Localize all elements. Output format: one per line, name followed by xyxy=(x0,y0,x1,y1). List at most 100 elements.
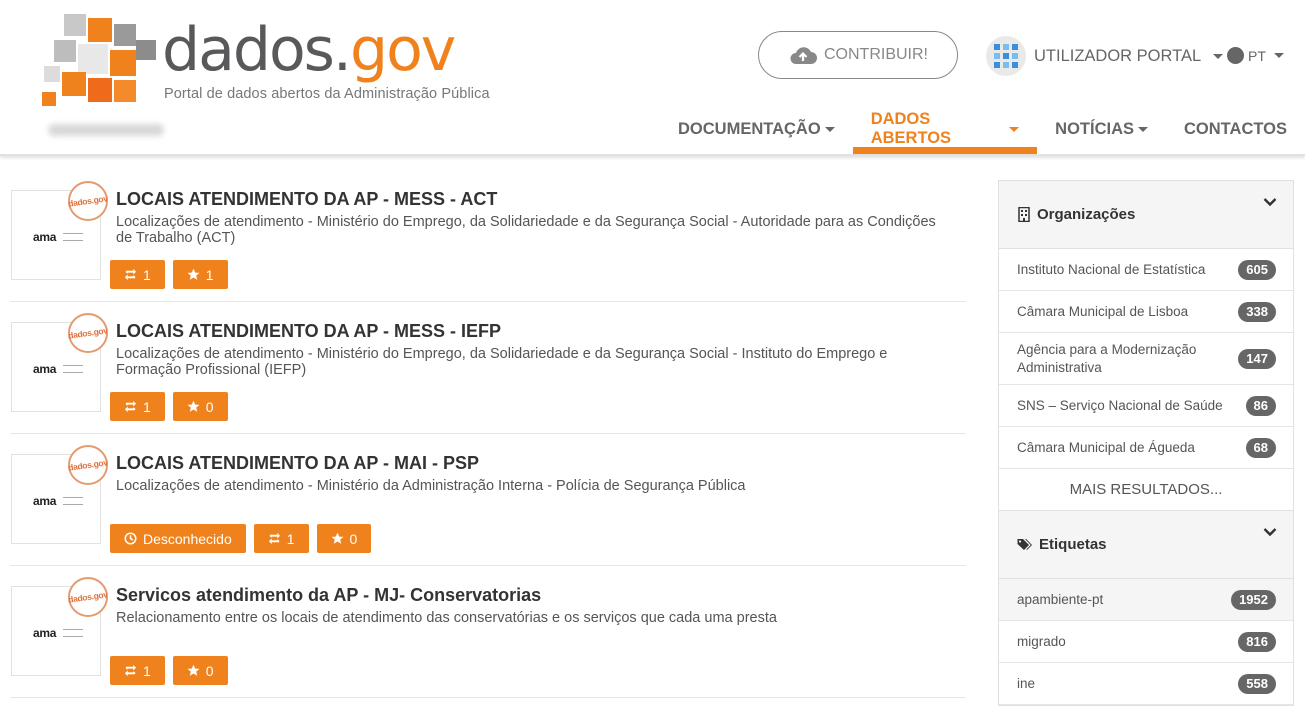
site-logo[interactable]: dados.gov Portal de dados abertos da Adm… xyxy=(40,6,510,116)
facet-label: Câmara Municipal de Lisboa xyxy=(1017,304,1189,319)
certified-stamp-icon: dados.gov xyxy=(68,181,108,221)
count-badge: 68 xyxy=(1245,437,1276,458)
star-icon xyxy=(187,268,200,280)
reuses-count: 1 xyxy=(143,266,151,283)
dataset-title[interactable]: Servicos atendimento da AP - MJ- Conserv… xyxy=(116,585,541,606)
tags-header[interactable]: Etiquetas xyxy=(999,511,1293,579)
dataset-title[interactable]: LOCAIS ATENDIMENTO DA AP - MAI - PSP xyxy=(116,453,479,474)
stamp-text: dados.gov xyxy=(67,193,109,209)
dataset-description: Relacionamento entre os locais de atendi… xyxy=(116,610,777,626)
stamp-text: dados.gov xyxy=(67,325,109,341)
nav-contactos[interactable]: CONTACTOS xyxy=(1166,104,1305,154)
frequency-badge[interactable]: Desconhecido xyxy=(110,524,246,553)
contribute-button[interactable]: CONTRIBUIR! xyxy=(758,31,958,79)
organizations-header[interactable]: Organizações xyxy=(999,181,1293,249)
nav-label: CONTACTOS xyxy=(1184,119,1287,138)
stars-badge[interactable]: 0 xyxy=(172,656,228,685)
logo-wordmark: dados.gov xyxy=(162,20,456,80)
facet-label: migrado xyxy=(1017,634,1066,649)
contribute-label: CONTRIBUIR! xyxy=(824,46,928,63)
facet-item[interactable]: apambiente-pt 1952 xyxy=(999,579,1293,621)
tags-title: Etiquetas xyxy=(1039,536,1107,553)
dataset-item: ama dados.gov Servicos atendimento da AP… xyxy=(10,566,966,698)
count-badge: 558 xyxy=(1238,673,1276,694)
retweet-icon xyxy=(268,532,280,545)
main-nav: DOCUMENTAÇÃO DADOS ABERTOS NOTÍCIAS CONT… xyxy=(660,104,1305,154)
stars-badge[interactable]: 0 xyxy=(172,392,228,421)
caret-down-icon xyxy=(1213,53,1224,59)
reuses-count: 1 xyxy=(143,662,151,679)
caret-down-icon xyxy=(824,126,835,132)
stars-count: 0 xyxy=(205,662,214,679)
facet-item[interactable]: SNS – Serviço Nacional de Saúde 86 xyxy=(999,385,1293,427)
retweet-icon xyxy=(124,268,137,281)
star-icon xyxy=(187,400,200,412)
reuses-badge[interactable]: 1 xyxy=(253,524,309,553)
logo-subtitle: Portal de dados abertos da Administração… xyxy=(164,86,490,102)
dataset-item: ama dados.gov LOCAIS ATENDIMENTO DA AP -… xyxy=(10,302,966,434)
facet-item[interactable]: Câmara Municipal de Águeda 68 xyxy=(999,427,1293,469)
dataset-badges: 1 0 xyxy=(110,392,228,421)
retweet-icon xyxy=(124,400,137,413)
user-label: UTILIZADOR PORTAL xyxy=(1034,46,1202,65)
reuses-badge[interactable]: 1 xyxy=(110,260,165,289)
count-badge: 86 xyxy=(1245,395,1276,416)
facet-label: SNS – Serviço Nacional de Saúde xyxy=(1017,398,1223,413)
org-logo-text: ama xyxy=(33,626,57,640)
certified-stamp-icon: dados.gov xyxy=(68,577,108,617)
organizations-title: Organizações xyxy=(1037,206,1136,223)
facet-item[interactable]: migrado 816 xyxy=(999,621,1293,663)
user-avatar-icon xyxy=(994,44,1018,68)
cloud-upload-icon xyxy=(790,47,817,64)
count-badge: 338 xyxy=(1238,301,1276,322)
count-badge: 816 xyxy=(1238,631,1276,652)
facet-item[interactable]: Câmara Municipal de Lisboa 338 xyxy=(999,291,1293,333)
dataset-title[interactable]: LOCAIS ATENDIMENTO DA AP - MESS - ACT xyxy=(116,189,497,210)
facet-item[interactable]: ine 558 xyxy=(999,663,1293,705)
nav-dados-abertos[interactable]: DADOS ABERTOS xyxy=(852,104,1038,154)
user-menu[interactable]: UTILIZADOR PORTAL xyxy=(986,36,1224,76)
star-icon xyxy=(331,532,343,544)
facet-item[interactable]: Instituto Nacional de Estatística 605 xyxy=(999,249,1293,291)
cubes-logo-icon xyxy=(42,14,156,106)
count-badge: 147 xyxy=(1238,348,1276,369)
org-logo-text: ama xyxy=(33,362,57,376)
stars-badge[interactable]: 1 xyxy=(172,260,228,289)
reuses-badge[interactable]: 1 xyxy=(110,656,165,685)
site-header: dados.gov Portal de dados abertos da Adm… xyxy=(0,0,1305,156)
dataset-title[interactable]: LOCAIS ATENDIMENTO DA AP - MESS - IEFP xyxy=(116,321,501,342)
nav-documentacao[interactable]: DOCUMENTAÇÃO xyxy=(660,104,853,154)
dataset-badges: 1 0 xyxy=(110,656,228,685)
building-icon xyxy=(1018,207,1030,222)
dataset-description: Localizações de atendimento - Ministério… xyxy=(116,478,746,494)
stars-count: 1 xyxy=(205,266,214,283)
more-results-button[interactable]: MAIS RESULTADOS... xyxy=(999,469,1293,511)
globe-icon xyxy=(1227,47,1244,64)
logo-lines xyxy=(63,497,83,505)
certified-stamp-icon: dados.gov xyxy=(68,445,108,485)
nav-label: DADOS ABERTOS xyxy=(870,110,952,147)
stamp-text: dados.gov xyxy=(67,457,109,473)
reuses-count: 1 xyxy=(143,398,151,415)
dataset-item: ama dados.gov LOCAIS ATENDIMENTO DA AP -… xyxy=(10,170,966,302)
logo-lines xyxy=(63,365,83,373)
stars-badge[interactable]: 0 xyxy=(316,524,372,553)
reuses-count: 1 xyxy=(286,530,295,547)
organizations-panel: Organizações Instituto Nacional de Estat… xyxy=(998,180,1294,706)
caret-down-icon xyxy=(1138,126,1149,132)
nav-noticias[interactable]: NOTÍCIAS xyxy=(1037,104,1166,154)
facet-item[interactable]: Agência para a Modernização Administrati… xyxy=(999,333,1293,385)
tags-icon xyxy=(1017,538,1032,550)
avatar xyxy=(986,36,1026,76)
chevron-down-icon xyxy=(1263,528,1277,537)
language-selector[interactable]: PT xyxy=(1227,47,1284,64)
stars-count: 0 xyxy=(349,530,358,547)
dataset-item: ama dados.gov LOCAIS ATENDIMENTO DA AP -… xyxy=(10,434,966,566)
org-logo-text: ama xyxy=(33,494,57,508)
reuses-badge[interactable]: 1 xyxy=(110,392,165,421)
dataset-badges: 1 1 xyxy=(110,260,228,289)
count-badge: 1952 xyxy=(1231,589,1276,610)
retweet-icon xyxy=(124,664,137,677)
org-logo-text: ama xyxy=(33,230,57,244)
chevron-down-icon xyxy=(1263,198,1277,207)
